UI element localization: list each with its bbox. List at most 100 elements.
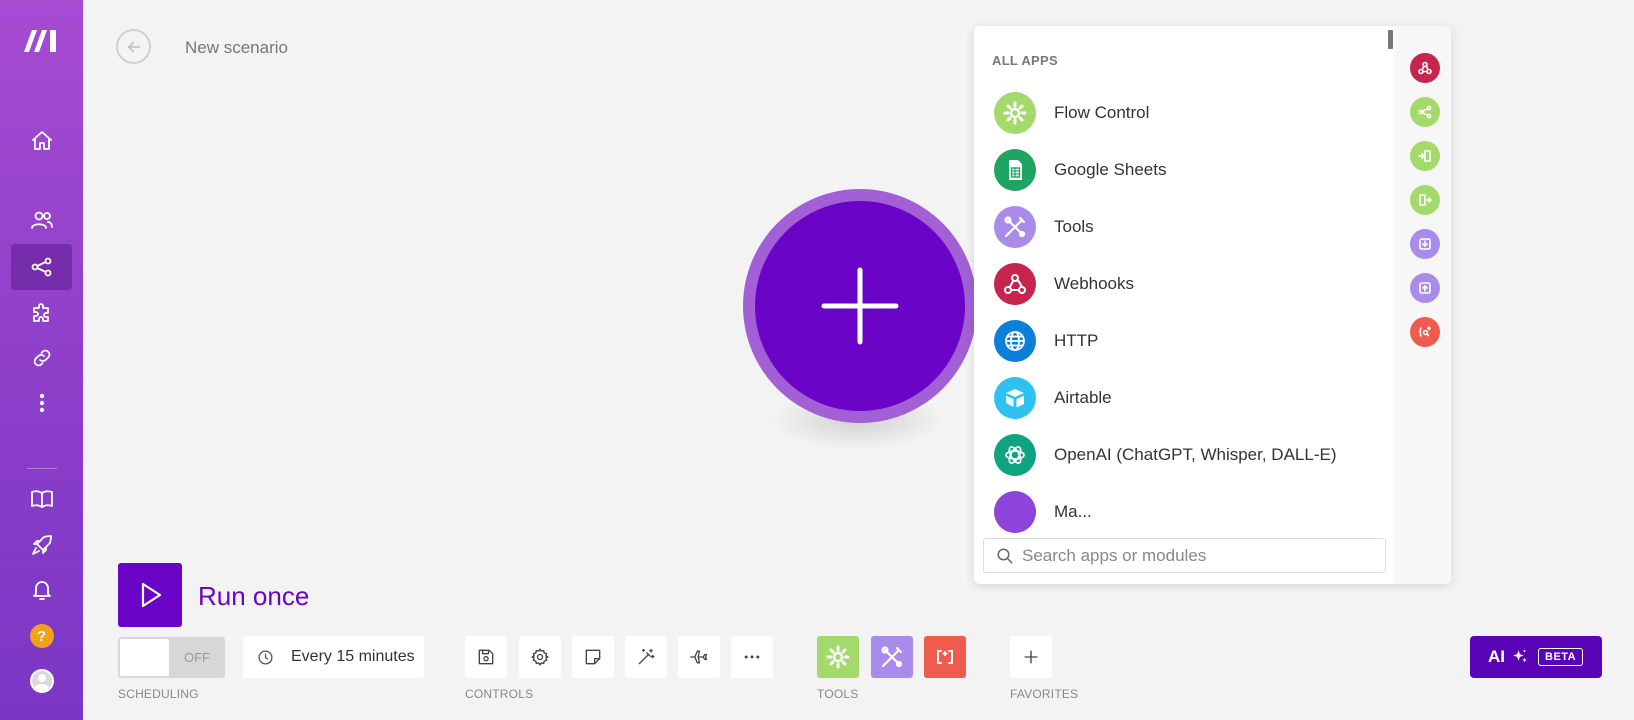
page-title[interactable]: New scenario — [185, 38, 288, 58]
sidebar-item-docs[interactable] — [11, 476, 72, 522]
home-icon — [31, 131, 52, 150]
more-controls-button[interactable] — [731, 636, 773, 678]
puzzle-icon — [32, 303, 49, 322]
app-item-label: Ma... — [1054, 502, 1092, 521]
sidebar-item-templates[interactable] — [11, 289, 72, 335]
app-item-label: Flow Control — [1054, 103, 1150, 122]
app-item-flow-control[interactable]: Flow Control — [994, 90, 1149, 136]
favorites-section-label: FAVORITES — [1010, 687, 1079, 701]
app-item-openai[interactable]: OpenAI (ChatGPT, Whisper, DALL-E) — [994, 432, 1337, 478]
tools-section-label: TOOLS — [817, 687, 859, 701]
schedule-interval-button[interactable]: Every 15 minutes — [243, 636, 424, 678]
rail-webhook-icon[interactable] — [1410, 53, 1440, 83]
sidebar-item-team[interactable] — [11, 197, 72, 243]
plus-icon — [1024, 650, 1038, 664]
add-module-button[interactable] — [755, 201, 965, 411]
app-item-label: Google Sheets — [1054, 160, 1167, 179]
rail-router-icon[interactable] — [1410, 97, 1440, 127]
search-field[interactable] — [983, 538, 1386, 573]
app-item-google-sheets[interactable]: Google Sheets — [994, 147, 1166, 193]
toggle-knob — [120, 639, 169, 676]
sparkle-icon — [1513, 649, 1527, 663]
globe-icon — [994, 320, 1036, 362]
rail-aggregator-icon[interactable] — [1410, 141, 1440, 171]
share-nodes-icon — [31, 257, 51, 277]
sidebar-item-notifications[interactable] — [11, 567, 72, 613]
app-item-more[interactable]: Ma... — [994, 489, 1092, 535]
tools-tool-button[interactable] — [871, 636, 913, 678]
notes-button[interactable] — [572, 636, 614, 678]
app-item-http[interactable]: HTTP — [994, 318, 1098, 364]
flow-control-tool-button[interactable] — [817, 636, 859, 678]
explain-flow-button[interactable] — [678, 636, 720, 678]
sidebar-item-whats-new[interactable] — [11, 522, 72, 568]
make-logo-icon[interactable] — [22, 26, 62, 54]
add-favorite-button[interactable] — [1010, 636, 1052, 678]
book-icon — [30, 490, 53, 508]
back-button[interactable] — [116, 29, 151, 64]
run-once-label[interactable]: Run once — [198, 581, 309, 612]
tools-icon — [881, 646, 903, 668]
controls-section-label: CONTROLS — [465, 687, 534, 701]
arrow-left-icon — [127, 41, 140, 52]
apps-panel: ALL APPS Flow Control Google Sheets Tool… — [974, 26, 1451, 584]
help-icon: ? — [29, 624, 54, 648]
app-item-webhooks[interactable]: Webhooks — [994, 261, 1134, 307]
airtable-icon — [994, 377, 1036, 419]
rocket-icon — [31, 535, 52, 555]
sidebar-item-more[interactable] — [11, 380, 72, 426]
rail-iterator-icon[interactable] — [1410, 185, 1440, 215]
play-icon — [141, 582, 162, 608]
airplane-icon — [690, 650, 708, 664]
more-vertical-icon — [39, 393, 44, 413]
save-button[interactable] — [465, 636, 507, 678]
schedule-interval-label: Every 15 minutes — [291, 648, 415, 665]
more-horizontal-icon — [744, 655, 760, 659]
search-input[interactable] — [1022, 545, 1362, 566]
note-icon — [585, 649, 601, 665]
apps-heading: ALL APPS — [992, 53, 1058, 68]
app-item-label: Airtable — [1054, 388, 1112, 407]
settings-button[interactable] — [519, 636, 561, 678]
beta-badge: BETA — [1538, 648, 1584, 666]
auto-align-button[interactable] — [625, 636, 667, 678]
scrollbar-thumb[interactable] — [1388, 30, 1393, 49]
bell-icon — [32, 581, 51, 600]
sidebar-item-help[interactable]: ? — [11, 613, 72, 659]
magic-wand-icon — [638, 648, 655, 665]
text-parser-tool-button[interactable] — [924, 636, 966, 678]
rail-download-icon[interactable] — [1410, 229, 1440, 259]
ai-label: AI — [1488, 647, 1505, 666]
app-item-label: Webhooks — [1054, 274, 1135, 293]
search-icon — [997, 548, 1013, 563]
tools-icon — [994, 206, 1036, 248]
plus-icon — [821, 267, 899, 345]
sidebar-divider — [27, 468, 57, 469]
rail-text-parser-icon[interactable] — [1410, 317, 1440, 347]
gear-icon — [994, 92, 1036, 134]
app-item-tools[interactable]: Tools — [994, 204, 1094, 250]
app-icon — [994, 491, 1036, 533]
spreadsheet-icon — [994, 149, 1036, 191]
gear-icon — [531, 648, 549, 666]
app-item-label: OpenAI (ChatGPT, Whisper, DALL-E) — [1054, 445, 1337, 464]
apps-list: Flow Control Google Sheets Tools Webhook… — [974, 90, 1394, 550]
webhook-icon — [994, 263, 1036, 305]
sidebar: ? — [0, 0, 83, 720]
avatar — [29, 669, 54, 693]
rail-upload-icon[interactable] — [1410, 273, 1440, 303]
scheduling-toggle[interactable]: OFF — [118, 637, 225, 678]
run-once-button[interactable] — [118, 563, 182, 627]
users-icon — [30, 211, 53, 229]
ai-assistant-button[interactable]: AI BETA — [1470, 636, 1602, 678]
text-parser-icon — [937, 650, 953, 664]
sidebar-item-scenarios[interactable] — [11, 244, 72, 290]
sidebar-item-connections[interactable] — [11, 335, 72, 381]
toggle-state-label: OFF — [184, 650, 210, 665]
sidebar-item-profile[interactable] — [11, 658, 72, 704]
app-item-airtable[interactable]: Airtable — [994, 375, 1112, 421]
link-icon — [33, 349, 50, 367]
sidebar-item-home[interactable] — [11, 118, 72, 164]
scheduling-section-label: SCHEDULING — [118, 687, 199, 701]
save-icon — [478, 649, 494, 665]
